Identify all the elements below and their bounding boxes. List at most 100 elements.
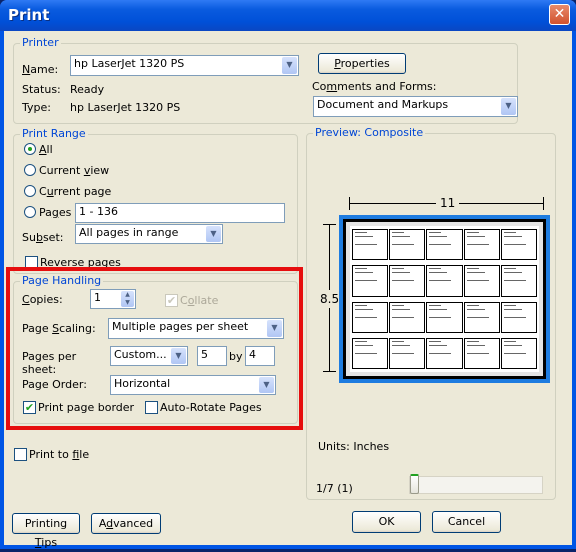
page-slider-track[interactable]: [409, 476, 543, 494]
range-pages-label: Pages: [39, 206, 72, 219]
thumbnail-text-line: [429, 352, 452, 354]
print-to-file-checkbox[interactable]: [14, 448, 27, 461]
comments-label: Comments and Forms:: [312, 80, 437, 93]
thumbnail-text-line: [466, 232, 479, 233]
chevron-down-icon[interactable]: ▼: [501, 98, 516, 115]
subset-select[interactable]: All pages in range ▼: [75, 224, 223, 244]
preview-thumbnail-page: [500, 265, 537, 297]
thumbnail-text-line: [466, 280, 489, 282]
thumbnail-text-line: [392, 232, 405, 233]
subset-label: Subset:: [22, 231, 64, 244]
preview-thumbnail-page: [500, 229, 537, 261]
preview-thumbnail-page: [389, 337, 426, 369]
comments-forms-value: Document and Markups: [317, 98, 449, 111]
thumbnail-text-line: [429, 316, 452, 318]
chevron-down-icon[interactable]: ▼: [206, 226, 221, 242]
thumbnail-text-line: [503, 304, 516, 306]
status-value: Ready: [70, 83, 105, 96]
thumbnail-text-line: [355, 268, 367, 270]
preview-thumbnail-page: [463, 337, 500, 369]
thumbnail-text-line: [429, 232, 442, 233]
thumbnail-text-line: [392, 268, 405, 270]
preview-thumbnail-page: [500, 337, 537, 369]
thumbnail-text-line: [355, 232, 367, 233]
range-all-radio[interactable]: [24, 143, 36, 155]
range-all-label: All: [39, 143, 53, 156]
highlight-annotation-box: [6, 267, 303, 430]
thumbnail-text-line: [392, 272, 411, 274]
thumbnail-text-line: [392, 352, 415, 354]
thumbnail-text-line: [355, 304, 367, 306]
thumbnail-text-line: [466, 344, 485, 346]
thumbnail-text-line: [466, 352, 489, 354]
preview-thumbnail-page: [463, 301, 500, 333]
height-dim-top-tick: [323, 224, 336, 225]
thumbnail-text-line: [429, 280, 452, 282]
close-button[interactable]: ✕: [549, 4, 570, 25]
preview-sheet: [343, 219, 546, 379]
preview-thumbnail-page: [426, 229, 463, 261]
thumbnail-text-line: [429, 272, 448, 274]
comments-forms-select[interactable]: Document and Markups ▼: [313, 96, 518, 117]
pages-input[interactable]: 1 - 136: [75, 203, 285, 223]
width-dim-right-tick: [543, 197, 544, 210]
preview-thumbnail-page: [426, 265, 463, 297]
thumbnail-text-line: [503, 268, 516, 270]
thumbnail-text-line: [355, 352, 377, 354]
preview-thumbnail-page: [463, 265, 500, 297]
thumbnail-text-line: [392, 340, 405, 342]
thumbnail-text-line: [503, 308, 522, 310]
preview-page-grid: [350, 226, 539, 372]
printer-name-label: Name:: [22, 63, 59, 76]
thumbnail-text-line: [466, 272, 485, 274]
cancel-button[interactable]: Cancel: [432, 511, 501, 533]
preview-thumbnail-page: [389, 301, 426, 333]
thumbnail-text-line: [503, 352, 526, 354]
height-dimension-label: 8.5: [320, 290, 340, 308]
thumbnail-text-line: [392, 304, 405, 306]
properties-button[interactable]: Properties: [318, 53, 406, 74]
thumbnail-text-line: [466, 340, 479, 342]
preview-frame: [339, 215, 550, 383]
ok-button[interactable]: OK: [352, 511, 421, 533]
preview-thumbnail-page: [426, 301, 463, 333]
thumbnail-text-line: [429, 268, 442, 270]
type-value: hp LaserJet 1320 PS: [70, 101, 181, 114]
thumbnail-text-line: [355, 340, 367, 342]
preview-thumbnail-page: [389, 229, 426, 261]
thumbnail-text-line: [429, 244, 452, 245]
thumbnail-text-line: [355, 272, 373, 274]
preview-thumbnail-page: [352, 337, 389, 369]
thumbnail-text-line: [503, 344, 522, 346]
printing-tips-button[interactable]: Printing Tips: [12, 513, 80, 549]
thumbnail-text-line: [355, 308, 373, 310]
range-current-view-radio[interactable]: [24, 164, 36, 176]
thumbnail-text-line: [503, 272, 522, 274]
title-bar: Print ✕: [0, 0, 576, 31]
thumbnail-text-line: [503, 244, 526, 245]
page-indicator: 1/7 (1): [316, 482, 353, 495]
preview-thumbnail-page: [352, 265, 389, 297]
thumbnail-text-line: [503, 316, 526, 318]
status-label: Status:: [22, 83, 61, 96]
range-current-page-radio[interactable]: [24, 185, 36, 197]
thumbnail-text-line: [429, 340, 442, 342]
thumbnail-text-line: [392, 344, 411, 346]
thumbnail-text-line: [392, 316, 415, 318]
preview-thumbnail-page: [426, 337, 463, 369]
chevron-down-icon[interactable]: ▼: [282, 57, 297, 74]
print-range-group-label: Print Range: [20, 127, 88, 140]
thumbnail-text-line: [355, 236, 373, 237]
range-current-view-label: Current view: [39, 164, 110, 177]
thumbnail-text-line: [429, 304, 442, 306]
thumbnail-text-line: [503, 280, 526, 282]
advanced-button[interactable]: Advanced: [91, 513, 161, 534]
thumbnail-text-line: [503, 236, 522, 237]
printer-name-select[interactable]: hp LaserJet 1320 PS ▼: [70, 55, 299, 76]
preview-thumbnail-page: [463, 229, 500, 261]
close-icon: ✕: [553, 6, 566, 22]
thumbnail-text-line: [429, 344, 448, 346]
units-label: Units: Inches: [318, 440, 390, 453]
page-slider-thumb[interactable]: [410, 474, 419, 494]
range-pages-radio[interactable]: [24, 206, 36, 218]
